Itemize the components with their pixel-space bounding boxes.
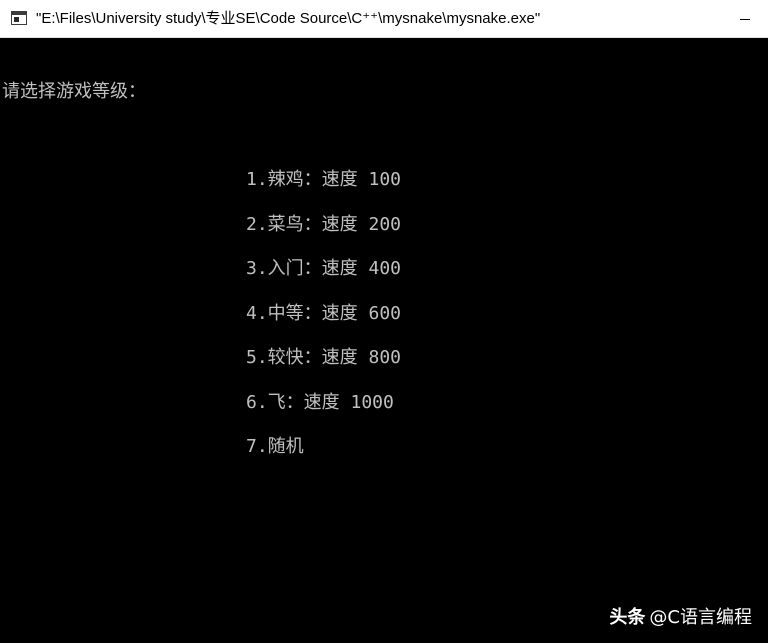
- window-title: "E:\Files\University study\专业SE\Code Sou…: [36, 10, 541, 27]
- level-option-7: 7.随机: [246, 436, 304, 457]
- level-option-3: 3.入门：速度 400: [246, 258, 402, 279]
- level-prompt: 请选择游戏等级：: [2, 81, 146, 102]
- minimize-button[interactable]: [722, 0, 768, 38]
- level-option-1: 1.辣鸡：速度 100: [246, 169, 402, 190]
- title-bar[interactable]: "E:\Files\University study\专业SE\Code Sou…: [0, 0, 768, 38]
- minimize-icon: [740, 19, 750, 20]
- console-output[interactable]: 请选择游戏等级： 1.辣鸡：速度 100 2.菜鸟：速度 200 3.入门：速度…: [0, 38, 768, 643]
- console-window: "E:\Files\University study\专业SE\Code Sou…: [0, 0, 768, 643]
- console-window-icon[interactable]: [11, 11, 27, 25]
- level-option-5: 5.较快：速度 800: [246, 347, 402, 368]
- level-option-6: 6.飞：速度 1000: [246, 391, 394, 413]
- watermark: 头条 @C语言编程: [609, 603, 752, 629]
- level-option-4: 4.中等：速度 600: [246, 302, 402, 324]
- level-menu: 1.辣鸡：速度 100 2.菜鸟：速度 200 3.入门：速度 400 4.中等…: [246, 168, 401, 480]
- console-window-icon-bar: [12, 12, 26, 15]
- watermark-handle: @C语言编程: [649, 607, 752, 628]
- console-window-icon-screen: [14, 17, 19, 22]
- level-option-2: 2.菜鸟：速度 200: [246, 213, 402, 235]
- watermark-brand: 头条: [609, 607, 646, 628]
